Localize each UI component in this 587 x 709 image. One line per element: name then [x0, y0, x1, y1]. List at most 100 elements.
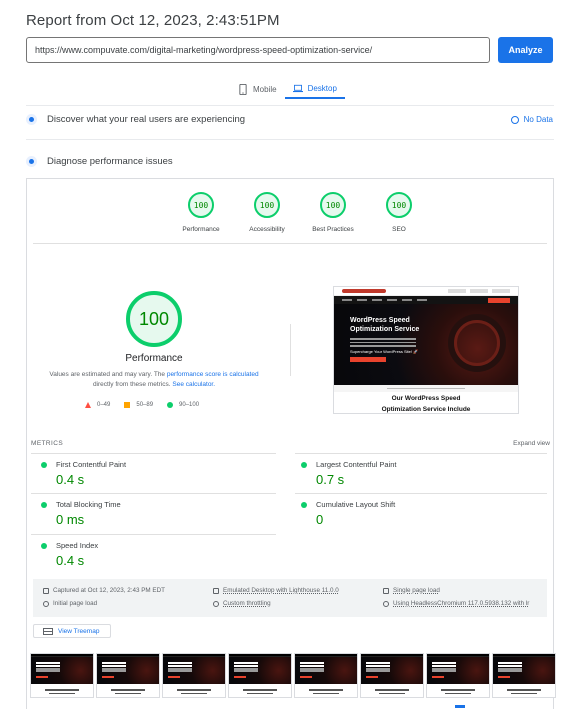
score-calculated-link[interactable]: performance score is calculated [167, 371, 259, 378]
metric-speed-index: Speed Index 0.4 s [31, 541, 281, 568]
pass-dot-icon [301, 501, 307, 508]
lab-icon [26, 156, 37, 167]
timer-icon [43, 600, 49, 607]
legend-pass: 90–100 [167, 402, 199, 408]
page-screenshot: WordPress Speed Optimization Service Sup… [333, 286, 519, 414]
report-card: 100 Performance 100 Accessibility 100 Be… [26, 178, 556, 709]
note-text: directly from these metrics. [92, 381, 173, 388]
discover-section[interactable]: Discover what your real users are experi… [26, 114, 245, 125]
legend-average: 50–89 [124, 402, 153, 408]
diagnose-section: Diagnose performance issues [26, 156, 173, 167]
metric-name: Total Blocking Time [56, 500, 121, 509]
chrome-icon [383, 600, 389, 607]
gauge-score: 100 [386, 192, 412, 218]
single-load-info[interactable]: Single page load [383, 587, 440, 594]
initial-load-info: Initial page load [43, 600, 97, 607]
category-gauges: 100 Performance 100 Accessibility 100 Be… [168, 192, 432, 233]
captured-info: Captured at Oct 12, 2023, 2:43 PM EDT [43, 587, 165, 594]
treemap-label: View Treemap [58, 627, 100, 635]
expand-view-button[interactable]: Expand view [513, 440, 550, 447]
metric-name: Speed Index [56, 541, 99, 550]
filmstrip-frame [96, 653, 160, 698]
metric-value: 0.4 s [56, 553, 85, 568]
tab-mobile-label: Mobile [253, 84, 277, 94]
divider [33, 243, 547, 244]
filmstrip [30, 653, 556, 698]
device-tabs: Mobile Desktop [230, 79, 345, 99]
treemap-icon [43, 627, 53, 635]
single-load-text: Single page load [393, 587, 440, 594]
divider [26, 105, 554, 106]
view-treemap-button[interactable]: View Treemap [33, 624, 111, 638]
pass-dot-icon [301, 461, 307, 468]
gauge-score: 100 [254, 192, 280, 218]
runtime-settings: Captured at Oct 12, 2023, 2:43 PM EDT In… [33, 579, 547, 617]
metric-name: Cumulative Layout Shift [316, 500, 396, 509]
legend-label: 90–100 [179, 402, 200, 408]
gauge-seo[interactable]: 100 SEO [366, 192, 432, 233]
analyze-button[interactable]: Analyze [498, 37, 553, 63]
divider [295, 493, 547, 494]
report-title: Report from Oct 12, 2023, 2:43:51PM [26, 12, 280, 29]
pass-dot-icon [41, 501, 47, 508]
metric-cls: Cumulative Layout Shift 0 [291, 500, 541, 527]
performance-gauge: 100 [126, 291, 182, 347]
gauge-best-practices[interactable]: 100 Best Practices [300, 192, 366, 233]
filmstrip-frame [30, 653, 94, 698]
initial-load-text: Initial page load [53, 600, 98, 607]
phone-icon [239, 83, 247, 95]
legend-label: 0–49 [97, 402, 111, 408]
url-input[interactable] [26, 37, 490, 63]
metric-tbt: Total Blocking Time 0 ms [31, 500, 281, 527]
gauge-label: Performance [182, 226, 220, 233]
calculator-link[interactable]: See calculator. [172, 381, 215, 388]
info-icon [510, 115, 519, 124]
hero-title: WordPress Speed [350, 317, 410, 324]
screenshot-subheading: Optimization Service Include [381, 406, 471, 413]
browser-info[interactable]: Using HeadlessChromium 117.0.5938.132 wi… [383, 600, 529, 607]
browser-text: Using HeadlessChromium 117.0.5938.132 wi… [393, 600, 530, 607]
metric-name: First Contentful Paint [56, 460, 127, 469]
tab-mobile[interactable]: Mobile [230, 79, 285, 99]
gauge-score: 100 [188, 192, 214, 218]
screenshot-subheading: Our WordPress Speed [391, 395, 461, 402]
square-icon [124, 402, 131, 408]
filmstrip-frame [162, 653, 226, 698]
gauge-score: 100 [320, 192, 346, 218]
metric-value: 0 [316, 512, 324, 527]
gauge-label: Accessibility [249, 226, 285, 233]
no-data-label: No Data [523, 115, 553, 124]
captured-text: Captured at Oct 12, 2023, 2:43 PM EDT [53, 587, 166, 594]
pass-dot-icon [41, 542, 47, 549]
triangle-icon [85, 402, 91, 408]
legend-fail: 0–49 [85, 402, 110, 408]
no-data-indicator[interactable]: No Data [510, 115, 553, 124]
diagnose-label: Diagnose performance issues [47, 156, 173, 167]
performance-title: Performance [125, 353, 183, 364]
calendar-icon [43, 587, 49, 594]
filmstrip-frame [228, 653, 292, 698]
emulated-info[interactable]: Emulated Desktop with Lighthouse 11.0.0 [213, 587, 339, 594]
gauge-performance[interactable]: 100 Performance [168, 192, 234, 233]
performance-note: Values are estimated and may vary. The p… [41, 370, 267, 390]
metric-lcp: Largest Contentful Paint 0.7 s [291, 460, 541, 487]
metric-value: 0 ms [56, 512, 85, 527]
metrics-heading: METRICS [31, 440, 64, 447]
tab-desktop-label: Desktop [307, 83, 337, 93]
discover-label: Discover what your real users are experi… [47, 114, 246, 125]
tab-desktop[interactable]: Desktop [284, 79, 345, 99]
note-text: Values are estimated and may vary. The [49, 371, 167, 378]
metric-value: 0.4 s [56, 472, 85, 487]
wifi-icon [213, 600, 219, 607]
pass-dot-icon [41, 461, 47, 468]
filmstrip-frame [426, 653, 490, 698]
score-legend: 0–49 50–89 90–100 [85, 402, 199, 408]
divider [31, 534, 276, 535]
throttling-info[interactable]: Custom throttling [213, 600, 271, 607]
gauge-accessibility[interactable]: 100 Accessibility [234, 192, 300, 233]
filmstrip-frame [492, 653, 556, 698]
devices-icon [213, 587, 219, 594]
metric-name: Largest Contentful Paint [316, 460, 397, 469]
node-icon [383, 587, 389, 594]
filmstrip-frame [360, 653, 424, 698]
